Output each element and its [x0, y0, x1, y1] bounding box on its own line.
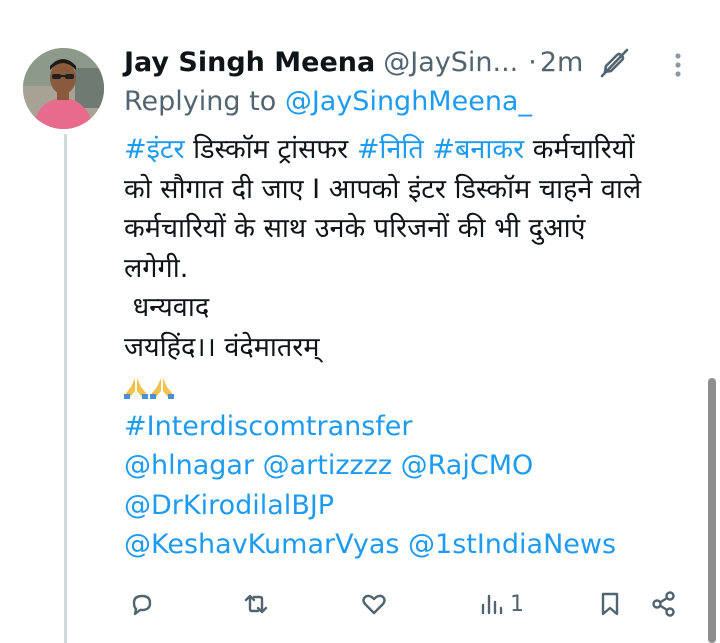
tweet-text-segment: डिस्कॉम ट्रांसफर [184, 134, 357, 165]
folded-hands-icon [124, 377, 148, 399]
tweet-text: #इंटर डिस्कॉम ट्रांसफर #निति #बनाकर कर्म… [124, 130, 704, 565]
tweet-timestamp[interactable]: 2m [540, 47, 583, 78]
edit-pencil-off-icon[interactable] [597, 46, 631, 80]
like-heart-icon [362, 594, 386, 615]
tweet-line-5: धन्यवाद [124, 292, 210, 323]
hashtag-link[interactable]: #निति [357, 134, 424, 165]
tweet-line-4: लगेगी. [124, 252, 189, 284]
retweet-button[interactable] [242, 586, 270, 622]
bookmark-icon [601, 592, 619, 616]
replying-to-handle-link[interactable]: @JaySinghMeena_ [285, 86, 532, 117]
reply-icon [132, 594, 152, 616]
mentions-line-3[interactable]: @KeshavKumarVyas @1stIndiaNews [124, 525, 704, 565]
separator-dot: · [528, 46, 537, 78]
tweet-line-2: को सौगात दी जाए I आपको इंटर डिस्कॉम चाहन… [124, 173, 642, 205]
share-icon [652, 591, 675, 617]
views-analytics-icon [481, 594, 503, 615]
tweet-reply-screen: Jay Singh Meena @JaySin... · 2m Replying… [0, 0, 720, 643]
views-button[interactable]: 1 [478, 586, 524, 622]
tweet-line-6: जयहिंद।। वंदेमातरम् [124, 331, 320, 363]
share-button[interactable] [650, 586, 678, 622]
author-handle[interactable]: @JaySin... [383, 47, 518, 78]
tweet-text-segment: कर्मचारियों [524, 134, 635, 165]
tweet-line-3: कर्मचारियों के साथ उनके परिजनों की भी दु… [124, 213, 586, 244]
avatar[interactable] [23, 48, 104, 129]
more-vertical-icon[interactable] [668, 50, 688, 80]
thread-connector-line [64, 134, 67, 643]
replying-prefix: Replying to [124, 86, 277, 117]
retweet-icon [244, 594, 268, 614]
replying-to-line: Replying to @JaySinghMeena_ [124, 86, 532, 117]
reply-button[interactable] [128, 586, 156, 622]
tweet-line-1: #इंटर डिस्कॉम ट्रांसफर #निति #बनाकर कर्म… [124, 130, 704, 170]
like-button[interactable] [360, 586, 388, 622]
hashtag-link[interactable]: #Interdiscomtransfer [124, 407, 704, 447]
scrollbar-thumb[interactable] [708, 378, 716, 643]
avatar-photo [23, 48, 104, 129]
mentions-line-2[interactable]: @DrKirodilalBJP [124, 486, 704, 526]
hashtag-link[interactable]: #इंटर [124, 134, 185, 165]
views-count: 1 [510, 591, 524, 617]
folded-hands-icon [150, 377, 174, 399]
hashtag-link[interactable]: #बनाकर [432, 134, 524, 165]
mentions-line-1[interactable]: @hlnagar @artizzzz @RajCMO [124, 446, 704, 486]
tweet-header: Jay Singh Meena @JaySin... · 2m [124, 42, 583, 82]
bookmark-button[interactable] [596, 586, 624, 622]
emoji-row [124, 367, 704, 407]
author-name[interactable]: Jay Singh Meena [124, 47, 375, 78]
tweet-actions-bar: 1 [124, 586, 694, 622]
